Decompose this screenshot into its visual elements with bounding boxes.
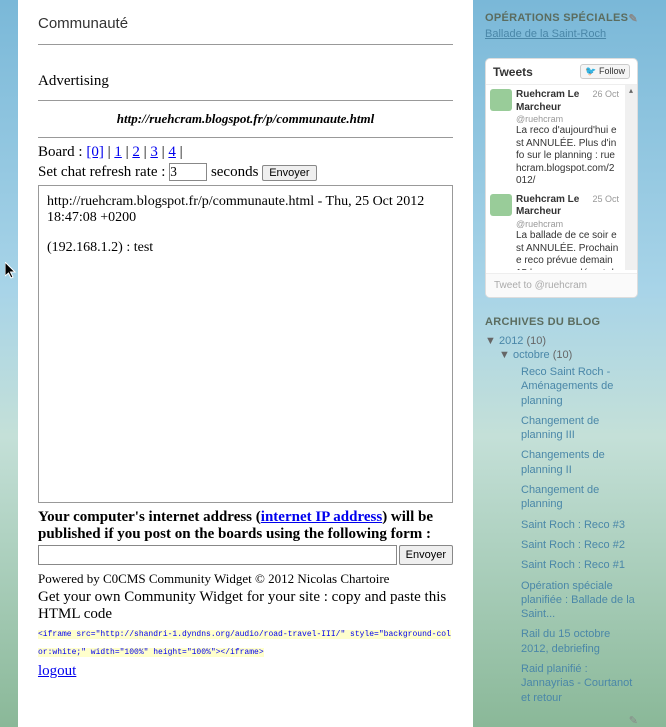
wrench-icon[interactable]: ✎ [485, 714, 638, 727]
post-send-button[interactable]: Envoyer [399, 545, 453, 565]
board-page-2[interactable]: 2 [132, 144, 140, 160]
archive-post-link[interactable]: Changement de planning III [521, 411, 638, 446]
archive-year-row[interactable]: ▼ 2012 (10) [485, 334, 638, 348]
tweet-item[interactable]: 25 Oct Ruehcram Le Marcheur @ruehcram La… [490, 194, 633, 270]
divider [38, 44, 453, 45]
archive-post-link[interactable]: Saint Roch : Reco #3 [521, 515, 638, 535]
chevron-down-icon: ▼ [499, 349, 513, 361]
divider [38, 100, 453, 101]
publish-note-pre: Your computer's internet address ( [38, 509, 261, 525]
refresh-input[interactable] [169, 163, 207, 181]
archive-post-link[interactable]: Rail du 15 octobre 2012, debriefing [521, 624, 638, 659]
powered-by: Powered by C0CMS Community Widget © 2012… [38, 571, 453, 587]
archive-post-link[interactable]: Opération spéciale planifiée : Ballade d… [521, 576, 638, 625]
archive-post-link[interactable]: Saint Roch : Reco #1 [521, 555, 638, 575]
board-page-3[interactable]: 3 [150, 144, 158, 160]
post-input[interactable] [38, 545, 397, 565]
twitter-bird-icon: 🐦 [585, 66, 596, 76]
wrench-icon[interactable]: ✎ [628, 12, 638, 25]
page-url: http://ruehcram.blogspot.fr/p/communaute… [38, 105, 453, 133]
chevron-down-icon: ▼ [485, 335, 499, 347]
chat-box: http://ruehcram.blogspot.fr/p/communaute… [38, 185, 453, 503]
post-form: Envoyer [38, 545, 453, 565]
chat-message-header: http://ruehcram.blogspot.fr/p/communaute… [47, 194, 444, 226]
tweet-handle: @ruehcram [516, 219, 619, 230]
page-title: Communauté [38, 15, 453, 32]
tweet-item[interactable]: 26 Oct Ruehcram Le Marcheur @ruehcram La… [490, 89, 633, 188]
avatar [490, 194, 512, 216]
archive-post-link[interactable]: Saint Roch : Reco #2 [521, 535, 638, 555]
refresh-row: Set chat refresh rate : seconds Envoyer [38, 163, 453, 181]
archive-year-count: (10) [527, 335, 547, 347]
tweet-text: La reco d'aujourd'hui est ANNULÉE. Plus … [516, 125, 619, 188]
board-page-4[interactable]: 4 [168, 144, 176, 160]
archive-post-link[interactable]: Raid planifié : Jannayrias - Courtanot e… [521, 659, 638, 708]
publish-note: Your computer's internet address (intern… [38, 509, 453, 543]
scroll-up-icon[interactable]: ▴ [625, 85, 637, 97]
tweets-title: Tweets [493, 65, 533, 79]
board-label: Board : [38, 144, 86, 160]
archive-post-link[interactable]: Changements de planning II [521, 445, 638, 480]
tweet-text: La ballade de ce soir est ANNULÉE. Proch… [516, 230, 619, 270]
tweet-date: 25 Oct [592, 194, 619, 205]
ip-address-link[interactable]: internet IP address [261, 509, 382, 525]
tweet-handle: @ruehcram [516, 114, 619, 125]
main-content: Communauté Advertising http://ruehcram.b… [18, 0, 473, 727]
scrollbar[interactable]: ▴ [625, 85, 637, 270]
divider [38, 137, 453, 138]
avatar [490, 89, 512, 111]
advertising-heading: Advertising [38, 73, 453, 90]
archives-title: ARCHIVES DU BLOG [485, 316, 638, 328]
special-ops-link[interactable]: Ballade de la Saint-Roch [485, 28, 606, 40]
sidebar: OPÉRATIONS SPÉCIALES ✎ Ballade de la Sai… [473, 0, 648, 727]
archive-year: 2012 [499, 335, 523, 347]
archive-month-row[interactable]: ▼ octobre (10) [499, 348, 638, 362]
tweets-list: ▴ 26 Oct Ruehcram Le Marcheur @ruehcram … [486, 85, 637, 270]
logout-link[interactable]: logout [38, 663, 76, 680]
embed-code[interactable]: <iframe src="http://shandri-1.dyndns.org… [38, 630, 451, 657]
board-page-0[interactable]: [0] [86, 144, 104, 160]
archive-month: octobre [513, 349, 550, 361]
refresh-label-pre: Set chat refresh rate : [38, 164, 169, 180]
archive-post-link[interactable]: Reco Saint Roch - Aménagements de planni… [521, 362, 638, 411]
tweet-date: 26 Oct [592, 89, 619, 100]
board-page-1[interactable]: 1 [114, 144, 122, 160]
archive-posts: Reco Saint Roch - Aménagements de planni… [521, 362, 638, 708]
special-ops-title: OPÉRATIONS SPÉCIALES ✎ [485, 12, 638, 24]
special-ops-section: OPÉRATIONS SPÉCIALES ✎ Ballade de la Sai… [485, 12, 638, 40]
refresh-send-button[interactable]: Envoyer [262, 165, 316, 181]
tweet-compose[interactable]: Tweet to @ruehcram [486, 273, 637, 297]
archive-month-count: (10) [553, 349, 573, 361]
board-pager: Board : [0] | 1 | 2 | 3 | 4 | [38, 144, 453, 161]
follow-button[interactable]: 🐦 Follow [580, 64, 630, 79]
archive-post-link[interactable]: Changement de planning [521, 480, 638, 515]
archives-section: ARCHIVES DU BLOG ▼ 2012 (10) ▼ octobre (… [485, 316, 638, 727]
chat-message-body: (192.168.1.2) : test [47, 240, 444, 256]
twitter-widget: Tweets 🐦 Follow ▴ 26 Oct Ruehcram Le Mar… [485, 58, 638, 298]
get-own-widget: Get your own Community Widget for your s… [38, 589, 453, 623]
twitter-header: Tweets 🐦 Follow [486, 59, 637, 85]
refresh-label-post: seconds [207, 164, 262, 180]
